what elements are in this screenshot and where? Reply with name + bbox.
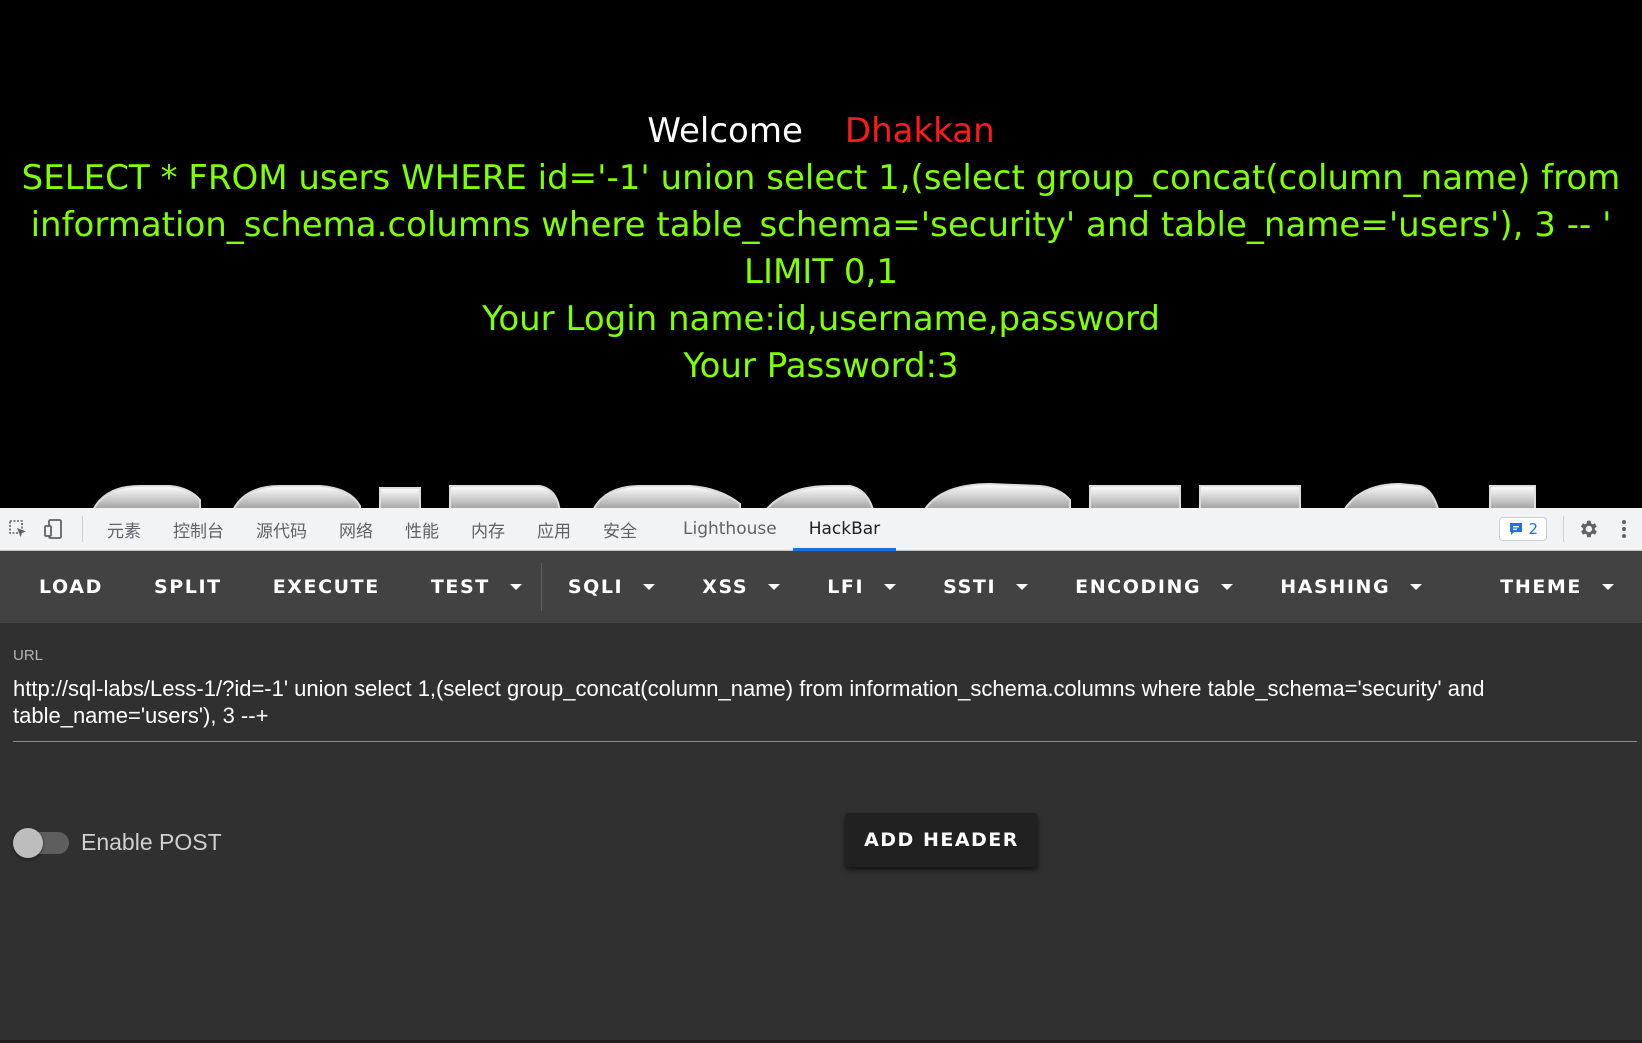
url-label: URL: [13, 647, 44, 664]
load-label: LOAD: [39, 576, 103, 598]
url-input-underline: [13, 741, 1637, 742]
chevron-down-icon: [1016, 584, 1029, 590]
issues-button[interactable]: 2: [1499, 517, 1547, 541]
chevron-down-icon: [1221, 584, 1234, 590]
welcome-line: Welcome Dhakkan: [0, 108, 1642, 155]
login-name-output: Your Login name:id,username,password: [482, 299, 1160, 339]
toolbar-divider: [82, 516, 83, 542]
test-label: TEST: [430, 576, 490, 598]
tab-console[interactable]: 控制台: [157, 508, 240, 550]
enable-post-label: Enable POST: [81, 829, 222, 855]
banner-image: [93, 482, 1536, 508]
encoding-label: ENCODING: [1075, 576, 1202, 598]
page-content: Welcome Dhakkan SELECT * FROM users WHERE…: [0, 108, 1642, 390]
inspect-element-icon[interactable]: [0, 508, 36, 550]
sql-query-output: SELECT * FROM users WHERE id='-1' union …: [21, 158, 1621, 292]
xss-menu-button[interactable]: XSS: [702, 551, 781, 623]
welcome-user-name: Dhakkan: [844, 111, 995, 151]
settings-gear-icon[interactable]: [1570, 508, 1606, 550]
sqli-label: SQLI: [567, 576, 624, 598]
devtools-tab-bar: 元素 控制台 源代码 网络 性能 内存 应用 安全 Lighthouse Hac…: [0, 508, 1642, 551]
tab-network[interactable]: 网络: [323, 508, 389, 550]
toolbar-divider: [1563, 516, 1564, 542]
add-header-button[interactable]: ADD HEADER: [845, 813, 1038, 867]
theme-label: THEME: [1500, 576, 1582, 598]
url-input[interactable]: http://sql-labs/Less-1/?id=-1' union sel…: [13, 675, 1636, 729]
add-header-label: ADD HEADER: [864, 829, 1019, 851]
ssti-menu-button[interactable]: SSTI: [943, 551, 1029, 623]
toggle-track[interactable]: [13, 827, 69, 858]
tab-lighthouse[interactable]: Lighthouse: [667, 508, 793, 550]
execute-button[interactable]: EXECUTE: [273, 551, 380, 623]
device-toolbar-icon[interactable]: [36, 508, 72, 550]
tab-elements[interactable]: 元素: [91, 508, 157, 550]
tab-security[interactable]: 安全: [587, 508, 653, 550]
issues-count: 2: [1528, 520, 1538, 538]
ssti-label: SSTI: [943, 576, 997, 598]
chevron-down-icon: [884, 584, 897, 590]
hashing-menu-button[interactable]: HASHING: [1280, 551, 1423, 623]
chevron-down-icon: [1410, 584, 1423, 590]
tab-performance[interactable]: 性能: [389, 508, 455, 550]
split-label: SPLIT: [153, 576, 222, 598]
tab-memory[interactable]: 内存: [455, 508, 521, 550]
theme-menu-button[interactable]: THEME: [1500, 551, 1614, 623]
lfi-label: LFI: [827, 576, 865, 598]
devtools-right-controls: 2: [1499, 508, 1642, 550]
toggle-thumb[interactable]: [13, 827, 43, 858]
issues-icon: [1510, 523, 1523, 535]
split-button[interactable]: SPLIT: [154, 551, 222, 623]
tab-application[interactable]: 应用: [521, 508, 587, 550]
execute-label: EXECUTE: [272, 576, 380, 598]
enable-post-toggle[interactable]: Enable POST: [13, 827, 222, 858]
hashing-label: HASHING: [1280, 576, 1391, 598]
tab-sources[interactable]: 源代码: [240, 508, 323, 550]
password-output: Your Password:3: [683, 346, 959, 386]
web-page-viewport: Welcome Dhakkan SELECT * FROM users WHERE…: [0, 0, 1642, 508]
chevron-down-icon: [1602, 584, 1614, 590]
sqli-menu-button[interactable]: SQLI: [567, 551, 656, 623]
lfi-menu-button[interactable]: LFI: [827, 551, 897, 623]
chevron-down-icon: [643, 584, 656, 590]
load-button[interactable]: LOAD: [39, 551, 103, 623]
tab-hackbar[interactable]: HackBar: [792, 508, 897, 551]
encoding-menu-button[interactable]: ENCODING: [1075, 551, 1234, 623]
chevron-down-icon: [768, 584, 781, 590]
hackbar-toolbar: LOAD SPLIT EXECUTE TEST SQLI XSS LFI SST…: [0, 551, 1642, 623]
hackbar-panel: URL http://sql-labs/Less-1/?id=-1' union…: [0, 623, 1642, 1043]
welcome-text: Welcome: [647, 111, 803, 151]
xss-label: XSS: [702, 576, 749, 598]
toolbar-divider: [540, 563, 542, 611]
test-menu-button[interactable]: TEST: [431, 551, 522, 623]
chevron-down-icon: [509, 584, 522, 590]
more-vert-icon[interactable]: [1606, 508, 1642, 550]
